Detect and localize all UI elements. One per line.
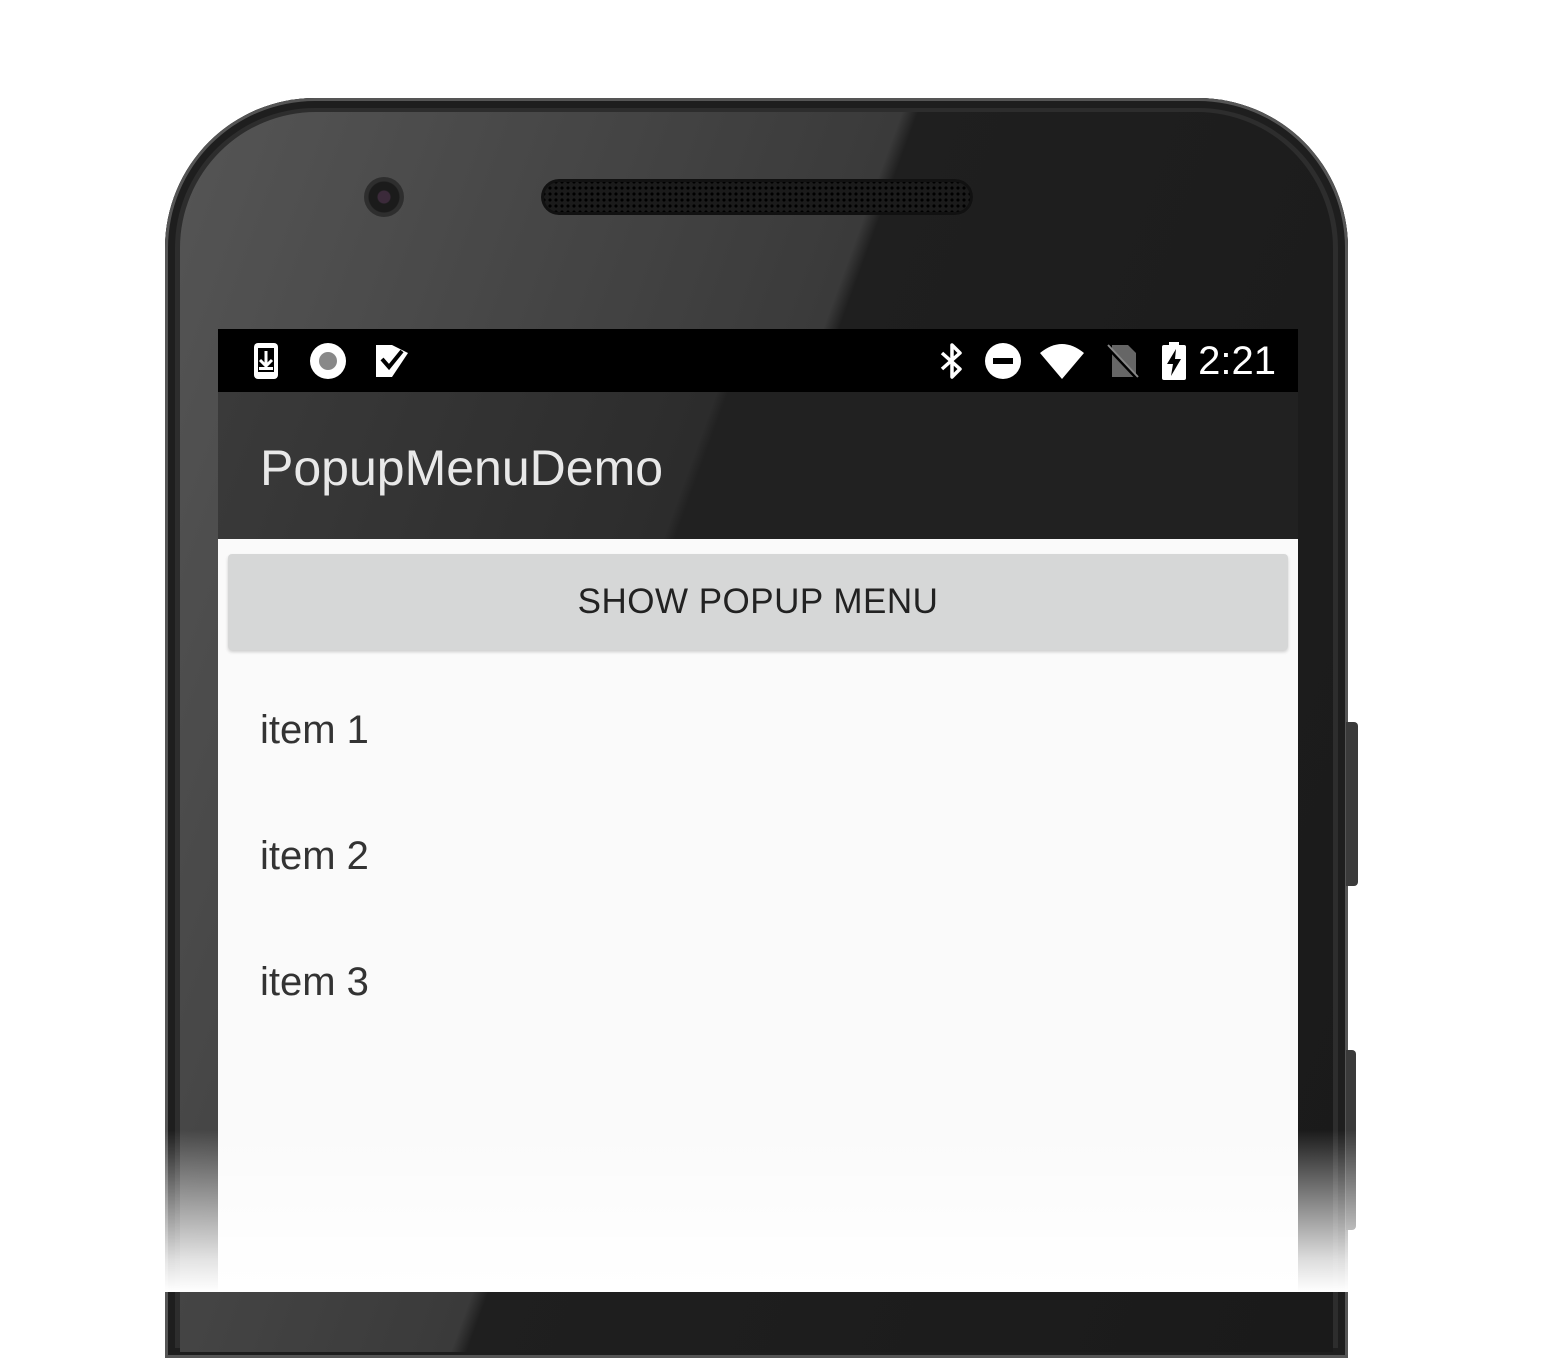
bluetooth-icon xyxy=(940,343,962,379)
front-camera xyxy=(364,177,404,217)
wifi-icon xyxy=(1040,344,1084,379)
list-item[interactable]: item 3 xyxy=(218,919,1298,1045)
no-sim-icon xyxy=(1104,343,1140,381)
status-time: 2:21 xyxy=(1198,339,1276,383)
item-list: item 1 item 2 item 3 xyxy=(218,667,1298,1045)
device-screen: 2:21 PopupMenuDemo SHOW POPUP MENU item … xyxy=(218,329,1298,1292)
battery-charging-icon xyxy=(1162,342,1186,380)
show-popup-menu-button[interactable]: SHOW POPUP MENU xyxy=(228,554,1288,650)
list-item[interactable]: item 2 xyxy=(218,793,1298,919)
list-item[interactable]: item 1 xyxy=(218,667,1298,793)
do-not-disturb-icon xyxy=(985,343,1021,379)
record-icon xyxy=(310,343,346,379)
status-bar: 2:21 xyxy=(218,329,1298,392)
app-bar: PopupMenuDemo xyxy=(218,392,1298,539)
volume-button xyxy=(1346,1050,1356,1230)
earpiece-speaker xyxy=(541,179,973,215)
power-button xyxy=(1346,722,1358,886)
download-icon xyxy=(254,343,278,379)
task-check-icon xyxy=(376,345,408,377)
app-title: PopupMenuDemo xyxy=(260,440,664,496)
